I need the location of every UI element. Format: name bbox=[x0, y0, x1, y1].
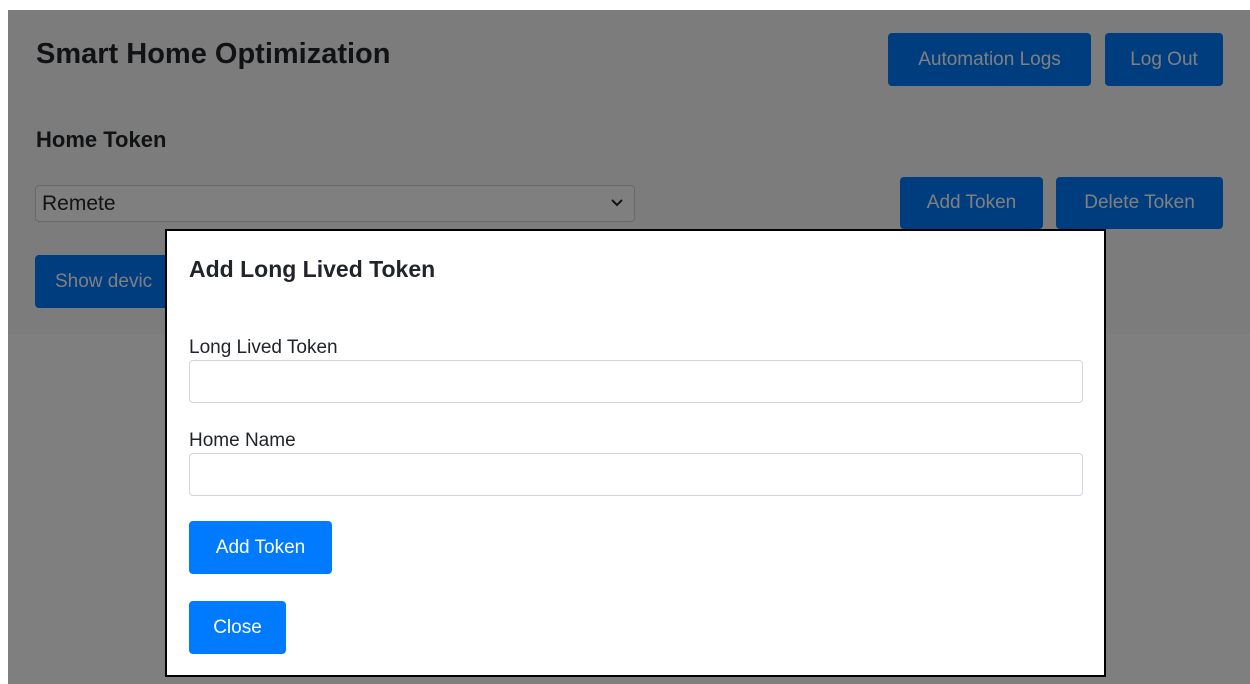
app-page: Smart Home Optimization Automation Logs … bbox=[8, 10, 1250, 684]
modal-close-button[interactable]: Close bbox=[189, 601, 286, 654]
long-lived-token-input[interactable] bbox=[189, 360, 1083, 403]
home-name-label: Home Name bbox=[189, 430, 296, 451]
add-token-modal: Add Long Lived Token Long Lived Token Ho… bbox=[165, 229, 1106, 677]
modal-title: Add Long Lived Token bbox=[189, 256, 436, 282]
home-name-input[interactable] bbox=[189, 453, 1083, 496]
modal-add-token-button[interactable]: Add Token bbox=[189, 521, 332, 574]
long-lived-token-label: Long Lived Token bbox=[189, 337, 338, 358]
